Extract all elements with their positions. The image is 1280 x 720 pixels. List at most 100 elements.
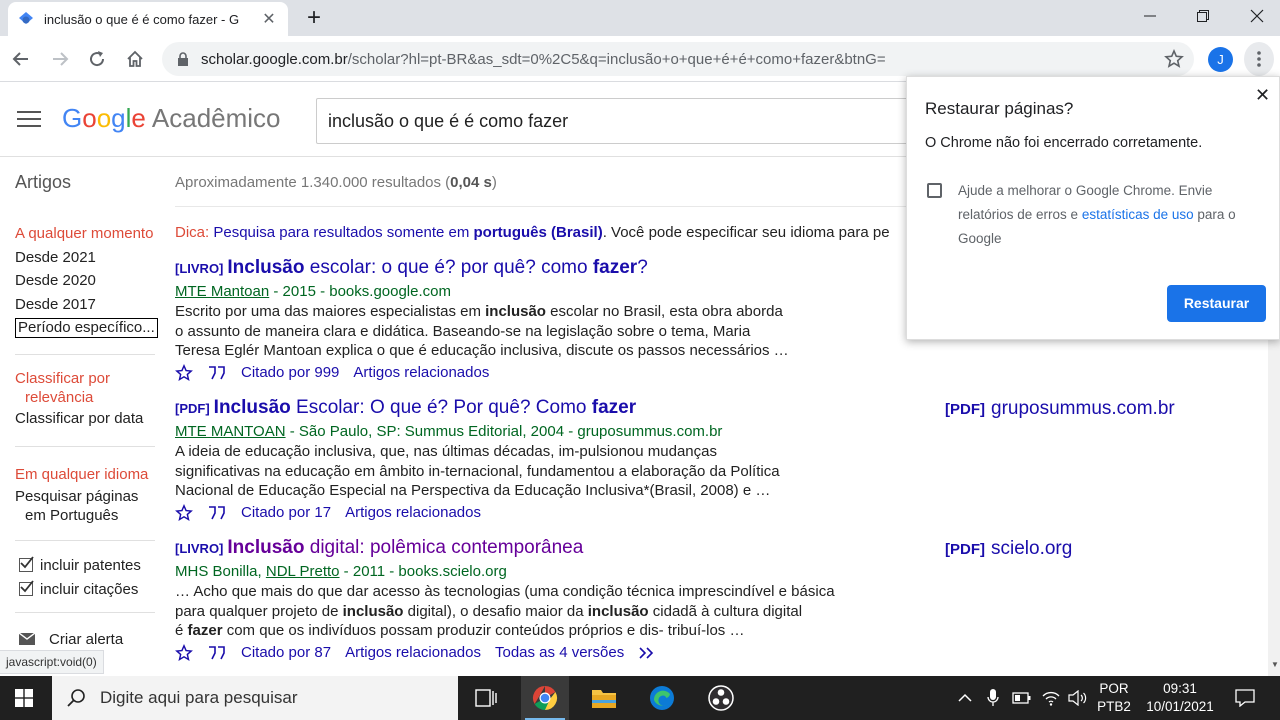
speaker-icon: [1068, 690, 1087, 706]
create-alert-link[interactable]: Criar alerta: [15, 628, 160, 652]
back-button[interactable]: [8, 46, 34, 72]
home-button[interactable]: [122, 46, 148, 72]
time-any[interactable]: A qualquer momento: [15, 222, 160, 246]
sort-by-date[interactable]: Classificar por data: [15, 407, 160, 431]
folder-icon: [592, 690, 616, 708]
related-articles-link[interactable]: Artigos relacionados: [345, 504, 481, 521]
new-tab-button[interactable]: +: [300, 4, 328, 32]
cited-by-link[interactable]: Citado por 17: [241, 504, 331, 521]
task-view-button[interactable]: [462, 676, 510, 720]
cited-by-link[interactable]: Citado por 87: [241, 644, 331, 661]
arrow-left-icon: [12, 52, 28, 66]
time-since-2021[interactable]: Desde 2021: [15, 246, 160, 270]
address-bar[interactable]: scholar.google.com.br/scholar?hl=pt-BR&a…: [162, 42, 1194, 76]
profile-avatar[interactable]: J: [1208, 47, 1233, 72]
include-citations-option[interactable]: incluir citações: [15, 578, 160, 602]
sidebar-divider: [15, 446, 155, 447]
close-window-button[interactable]: [1234, 0, 1280, 32]
browser-tab[interactable]: inclusão o que é é como fazer - G ✕: [8, 2, 288, 36]
sort-relevance[interactable]: Classificar por relevância: [15, 369, 160, 407]
all-versions-link[interactable]: Todas as 4 versões: [495, 644, 624, 661]
result-actions: Citado por 999 Artigos relacionados: [175, 363, 935, 382]
bookmark-star-icon[interactable]: [1164, 49, 1184, 69]
usage-stats-link[interactable]: estatísticas de uso: [1082, 207, 1194, 222]
help-improve-checkbox[interactable]: [927, 183, 942, 198]
more-chevron-icon[interactable]: [638, 644, 656, 662]
pdf-source-link[interactable]: [PDF] scielo.org: [945, 538, 1072, 560]
start-button[interactable]: [0, 676, 48, 720]
close-icon[interactable]: ✕: [1255, 85, 1270, 106]
taskbar-search[interactable]: Digite aqui para pesquisar: [52, 676, 458, 720]
forward-button[interactable]: [47, 46, 73, 72]
scholar-logo[interactable]: Google Acadêmico: [62, 103, 281, 134]
arrow-right-icon: [53, 52, 69, 66]
result-meta: MHS Bonilla, NDL Pretto - 2011 - books.s…: [175, 563, 507, 580]
obs-icon: [708, 685, 734, 711]
lang-any[interactable]: Em qualquer idioma: [15, 463, 160, 487]
search-input[interactable]: inclusão o que é é como fazer: [316, 98, 926, 144]
include-patents-option[interactable]: incluir patentes: [15, 554, 160, 578]
author-link[interactable]: MTE MANTOAN: [175, 423, 286, 440]
time-since-2020[interactable]: Desde 2020: [15, 269, 160, 293]
wifi-icon: [1042, 691, 1060, 706]
taskbar-edge[interactable]: [638, 676, 686, 720]
minimize-button[interactable]: [1127, 0, 1173, 32]
time-custom-range[interactable]: Período específico...: [15, 318, 158, 338]
tip-rest: . Você pode especificar seu idioma para …: [602, 224, 890, 241]
lang-portuguese[interactable]: Pesquisar páginas em Português: [15, 487, 160, 525]
result-title-link[interactable]: [LIVRO] Inclusão digital: polêmica contem…: [175, 537, 935, 559]
tab-title: inclusão o que é é como fazer - G: [44, 11, 240, 27]
result-title-link[interactable]: [LIVRO] Inclusão escolar: o que é? por qu…: [175, 257, 935, 279]
reload-button[interactable]: [84, 46, 110, 72]
taskbar-chrome[interactable]: [521, 676, 569, 720]
include-patents-checkbox[interactable]: [19, 556, 34, 572]
result-snippet: … Acho que mais do que dar acesso às tec…: [175, 583, 835, 639]
search-result: [LIVRO] Inclusão digital: polêmica contem…: [175, 537, 935, 662]
battery-icon: [1012, 692, 1031, 704]
author-link[interactable]: NDL Pretto: [266, 563, 340, 580]
cite-quote-icon[interactable]: [208, 504, 226, 522]
save-star-icon[interactable]: [175, 503, 193, 522]
author-link[interactable]: MTE Mantoan: [175, 283, 269, 300]
tip-language-link[interactable]: Pesquisa para resultados somente em port…: [213, 224, 602, 241]
notifications-button[interactable]: [1232, 676, 1258, 720]
time-filter: A qualquer momento Desde 2021 Desde 2020…: [15, 222, 160, 340]
section-label[interactable]: Artigos: [15, 172, 71, 193]
envelope-icon: [18, 632, 36, 645]
menu-icon[interactable]: [17, 111, 41, 127]
clock-date: 10/01/2021: [1146, 699, 1214, 714]
restore-pages-dialog: Restaurar páginas? ✕ O Chrome não foi en…: [906, 76, 1280, 340]
show-hidden-icons-button[interactable]: [955, 676, 975, 720]
include-citations-checkbox[interactable]: [19, 579, 34, 596]
close-window-icon: [1250, 9, 1264, 23]
cite-quote-icon[interactable]: [208, 364, 226, 382]
tab-close-icon[interactable]: ✕: [260, 9, 278, 29]
chrome-menu-button[interactable]: [1244, 42, 1274, 76]
result-title-link[interactable]: [PDF] Inclusão Escolar: O que é? Por quê?…: [175, 397, 935, 419]
battery-tray-button[interactable]: [1010, 676, 1034, 720]
taskbar-obs[interactable]: [697, 676, 745, 720]
related-articles-link[interactable]: Artigos relacionados: [353, 364, 489, 381]
related-articles-link[interactable]: Artigos relacionados: [345, 644, 481, 661]
scroll-down-arrow-icon[interactable]: ▼: [1271, 660, 1279, 669]
save-star-icon[interactable]: [175, 363, 193, 382]
time-since-2017[interactable]: Desde 2017: [15, 293, 160, 317]
check-icon: [20, 579, 34, 592]
microphone-tray-button[interactable]: [984, 676, 1002, 720]
restore-window-button[interactable]: [1180, 0, 1226, 32]
restore-button[interactable]: Restaurar: [1167, 285, 1266, 322]
input-language-indicator[interactable]: POR PTB2: [1094, 680, 1134, 716]
taskbar-file-explorer[interactable]: [580, 676, 628, 720]
sort-filter: Classificar por relevância Classificar p…: [15, 369, 160, 431]
link-status-bubble: javascript:void(0): [0, 650, 104, 674]
pdf-source-link[interactable]: [PDF] gruposummus.com.br: [945, 398, 1175, 420]
taskbar-clock[interactable]: 09:31 10/01/2021: [1140, 680, 1220, 716]
result-meta: MTE MANTOAN - São Paulo, SP: Summus Edit…: [175, 423, 723, 440]
cite-quote-icon[interactable]: [208, 644, 226, 662]
cited-by-link[interactable]: Citado por 999: [241, 364, 339, 381]
include-citations-label: incluir citações: [40, 580, 139, 598]
volume-tray-button[interactable]: [1067, 676, 1089, 720]
network-tray-button[interactable]: [1040, 676, 1062, 720]
save-star-icon[interactable]: [175, 643, 193, 662]
more-vert-icon: [1257, 51, 1261, 67]
